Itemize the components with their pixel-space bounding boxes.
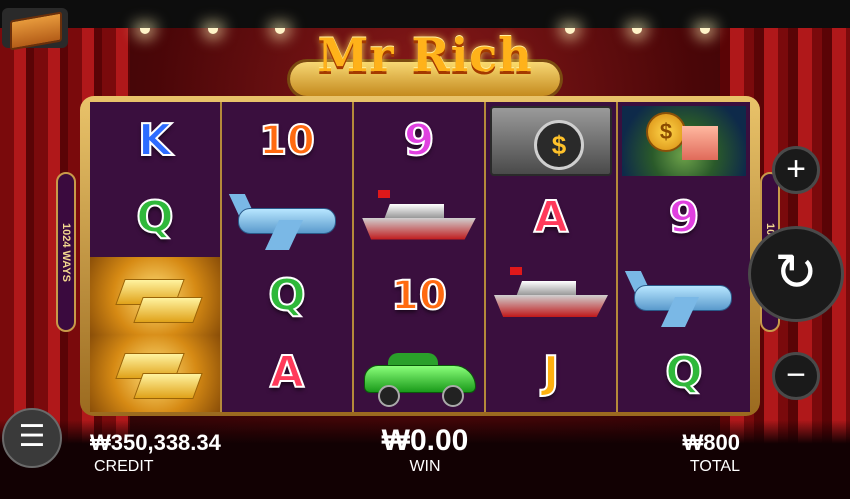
symbol-letter: 10 xyxy=(390,272,448,319)
stage-light xyxy=(275,28,285,34)
symbol-letter: 10 xyxy=(258,117,316,164)
reel-symbol-q: Q xyxy=(90,179,222,257)
reel-symbol-car xyxy=(354,334,486,412)
wheel-icon xyxy=(378,384,400,407)
reel-symbol-coin-island: $ xyxy=(618,102,750,180)
gold-bar-icon xyxy=(133,297,203,323)
yacht-icon xyxy=(362,217,476,240)
game-logo: Mr Rich xyxy=(290,26,560,100)
stage-light xyxy=(208,28,218,34)
reel-symbol-a: A xyxy=(486,179,618,257)
stage-light xyxy=(700,28,710,34)
reel-symbol-j: J xyxy=(486,334,618,412)
symbol-letter: 9 xyxy=(403,114,436,166)
coin-island-icon: $ xyxy=(622,106,746,176)
reel-symbol-a: A xyxy=(222,334,354,412)
stage-light xyxy=(565,28,575,34)
ways-label-left: 1024 WAYS xyxy=(56,172,76,332)
paytable-board-icon xyxy=(10,11,62,51)
reel-symbol-vault: $ xyxy=(486,102,618,180)
reel-symbol-gold-bars xyxy=(90,257,222,335)
gold-bars-icon xyxy=(90,334,220,412)
reel-symbol-k: K xyxy=(90,102,222,180)
symbol-letter: K xyxy=(137,114,173,166)
symbol-letter: Q xyxy=(267,269,306,321)
symbol-letter: 9 xyxy=(668,192,701,244)
slot-game-screen: Mr Rich 1024 WAYS 1024 WAYS K 10 9 $ $ Q xyxy=(0,0,850,499)
symbol-letter: Q xyxy=(664,347,703,399)
yacht-cabin-icon xyxy=(516,281,576,297)
reel-symbol-plane xyxy=(222,179,354,257)
stage-light xyxy=(632,28,642,34)
gold-bars-icon xyxy=(90,257,220,335)
paytable-button[interactable] xyxy=(2,8,68,51)
symbol-letter: A xyxy=(269,347,305,399)
reel-grid: K 10 9 $ $ Q A 9 Q 10 A J Q xyxy=(90,102,750,412)
reel-symbol-10: 10 xyxy=(354,257,486,335)
reel-symbol-gold-bars xyxy=(90,334,222,412)
vault-icon: $ xyxy=(490,106,612,176)
reel-symbol-9: 9 xyxy=(618,180,750,258)
building-icon xyxy=(682,126,718,160)
reel-symbol-10: 10 xyxy=(222,102,354,180)
dollar-dial-icon: $ xyxy=(534,120,584,170)
reel-symbol-9: 9 xyxy=(354,102,486,180)
flag-icon xyxy=(378,189,390,198)
yacht-icon xyxy=(494,295,608,317)
flag-icon xyxy=(510,267,522,275)
game-title: Mr Rich xyxy=(317,28,533,82)
gold-bar-icon xyxy=(133,372,203,399)
decrease-bet-button[interactable]: − xyxy=(772,352,820,400)
wheel-icon xyxy=(442,384,464,407)
symbol-letter: Q xyxy=(135,192,174,244)
dollar-coin-icon: $ xyxy=(646,112,686,152)
yacht-cabin-icon xyxy=(384,203,444,220)
reel-symbol-q: Q xyxy=(618,335,750,413)
stage-light xyxy=(140,28,150,34)
total-bet-label: TOTAL xyxy=(689,458,740,475)
reel-symbol-plane xyxy=(618,257,750,335)
top-bar xyxy=(0,0,850,28)
increase-bet-button[interactable]: + xyxy=(772,146,820,194)
symbol-letter: J xyxy=(542,347,560,399)
reel-symbol-yacht xyxy=(486,257,618,335)
reel-symbol-q: Q xyxy=(222,257,354,335)
reel-symbol-yacht xyxy=(354,179,486,257)
total-bet-value[interactable]: ₩800 xyxy=(683,430,740,456)
symbol-letter: A xyxy=(533,192,569,244)
spin-button[interactable]: ↻ xyxy=(748,226,844,322)
